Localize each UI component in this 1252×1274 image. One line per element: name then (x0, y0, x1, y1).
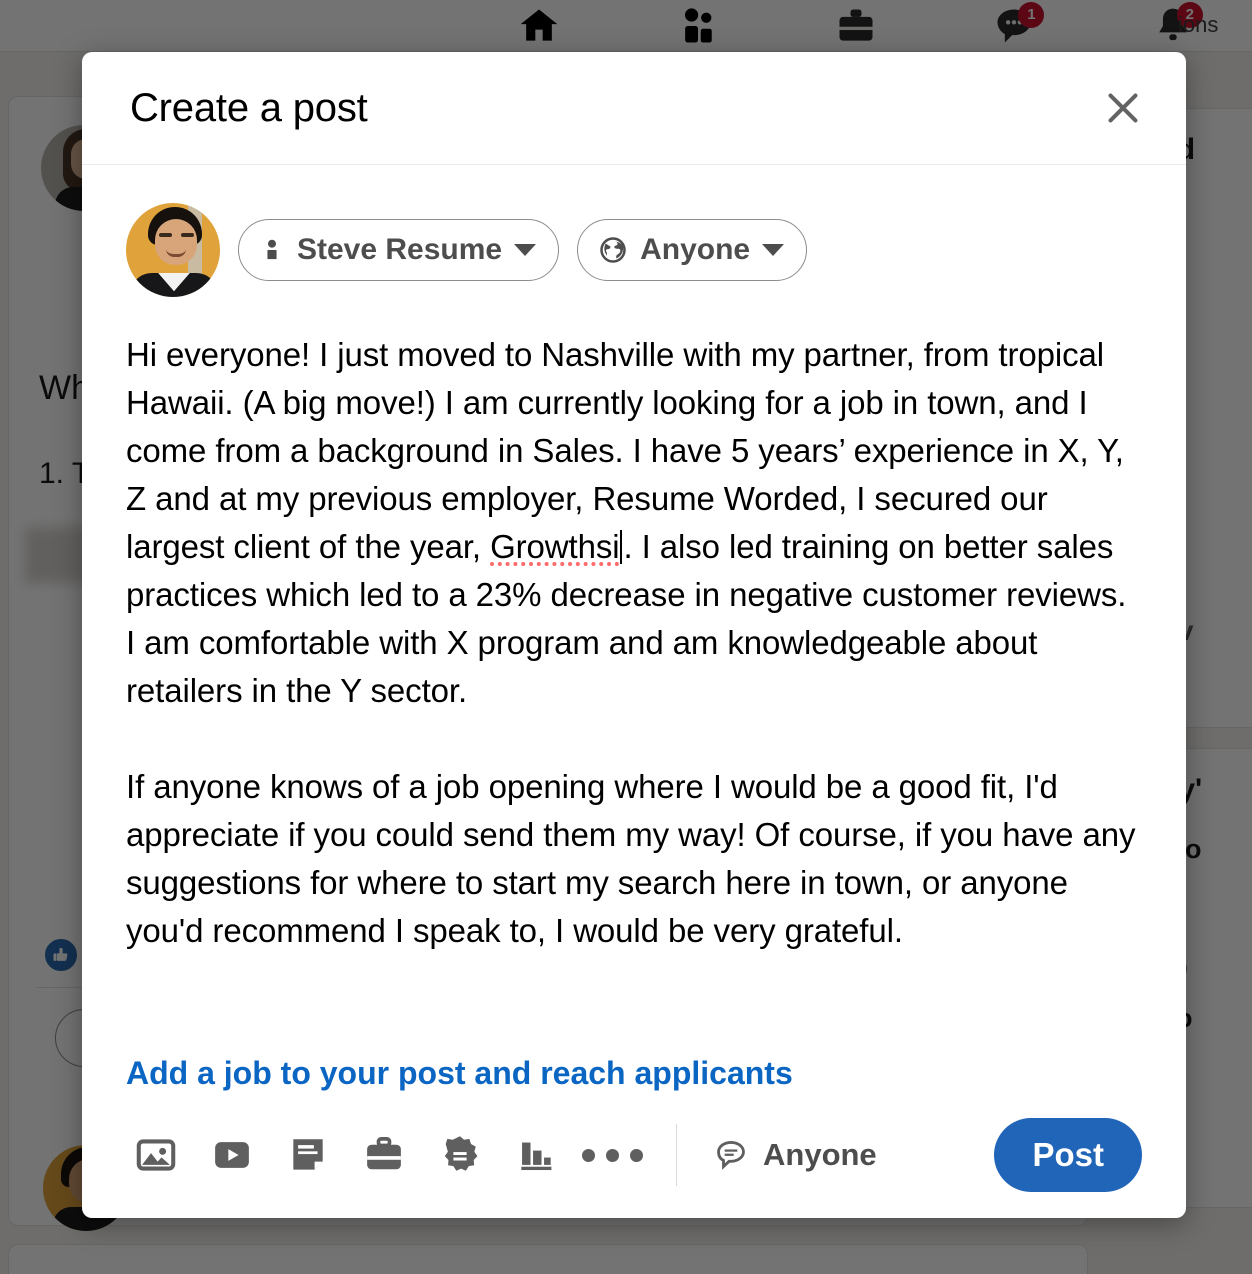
video-icon (215, 1142, 249, 1168)
close-button[interactable] (1092, 77, 1154, 139)
add-photo-button[interactable] (118, 1117, 194, 1193)
audience-selector-button[interactable]: Anyone (699, 1127, 891, 1183)
author-selector-button[interactable]: Steve Resume (238, 219, 560, 281)
write-article-button[interactable] (270, 1117, 346, 1193)
award-badge-icon (444, 1136, 478, 1171)
page-root: 1 2 ions Why 1. T (0, 0, 1252, 1274)
chevron-down-icon (762, 244, 785, 256)
modal-footer-toolbar: Anyone Post (82, 1092, 1186, 1218)
celebrate-occasion-button[interactable] (422, 1117, 498, 1193)
visibility-label: Anyone (640, 233, 751, 266)
post-paragraph-2: If anyone knows of a job opening where I… (126, 768, 1136, 949)
post-button[interactable]: Post (994, 1118, 1142, 1192)
post-text-editor[interactable]: Hi everyone! I just moved to Nashville w… (126, 297, 1142, 1029)
author-row: Steve Resume Anyone (126, 165, 1142, 297)
add-job-link[interactable]: Add a job to your post and reach applica… (126, 1029, 1142, 1092)
modal-header: Create a post (82, 52, 1186, 165)
audience-label: Anyone (763, 1137, 877, 1172)
misspelled-word: Growthsi (490, 528, 620, 565)
author-name: Steve Resume (297, 233, 503, 266)
avatar[interactable] (126, 203, 220, 297)
more-options-button[interactable] (574, 1117, 650, 1193)
post-paragraph: Hi everyone! I just moved to Nashville w… (126, 331, 1142, 715)
comment-bubble-icon (717, 1140, 745, 1170)
toolbar-separator (676, 1124, 677, 1186)
briefcase-icon (367, 1137, 401, 1170)
ellipsis-icon (581, 1148, 643, 1162)
globe-icon (600, 237, 626, 263)
chevron-down-icon (514, 244, 537, 256)
visibility-selector-button[interactable]: Anyone (577, 219, 808, 281)
add-job-button[interactable] (346, 1117, 422, 1193)
create-post-modal: Create a post Steve Resume Anyone Hi eve… (82, 52, 1186, 1218)
create-poll-button[interactable] (498, 1117, 574, 1193)
page-title: Create a post (130, 85, 368, 130)
modal-body: Steve Resume Anyone Hi everyone! I just … (82, 165, 1186, 1092)
add-video-button[interactable] (194, 1117, 270, 1193)
image-icon (136, 1139, 176, 1171)
document-icon (293, 1139, 323, 1170)
poll-bar-chart-icon (521, 1142, 552, 1171)
person-icon (267, 239, 277, 260)
close-icon (1108, 93, 1138, 123)
